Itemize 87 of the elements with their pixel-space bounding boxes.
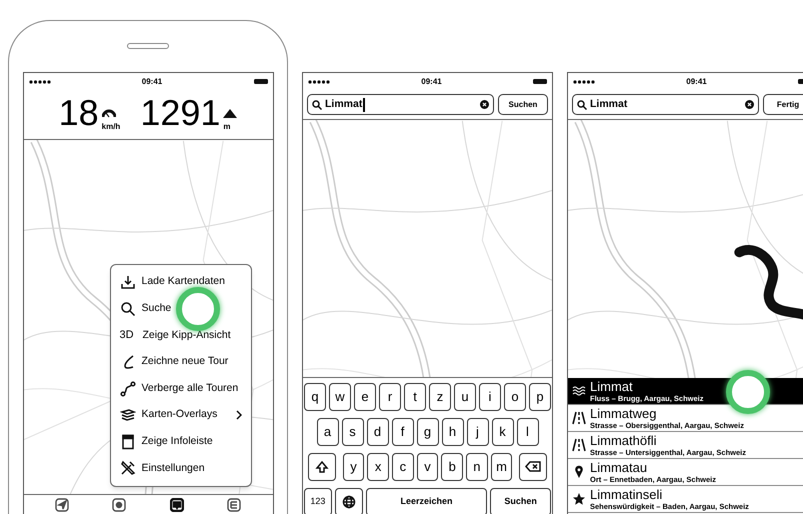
keyboard-key[interactable]: Leerzeichen [366,488,488,514]
speedometer-icon [102,109,116,118]
search-field[interactable]: Limmat [307,94,494,115]
shift-icon [314,460,329,474]
keyboard-key[interactable]: k [492,418,514,446]
signal-icon [573,80,595,84]
menu-item[interactable]: Karten-Overlays [110,402,250,429]
menu-item-icon [120,407,136,424]
unit-label: km/h [102,122,120,131]
signal-icon [28,80,50,84]
backspace-key[interactable] [519,453,547,481]
keyboard-key[interactable]: b [441,453,464,481]
result-icon [572,411,586,425]
result-title: Limmatau [590,460,648,474]
speed-value: 18 [58,95,99,131]
keyboard-key[interactable]: r [379,383,401,411]
tab-icon[interactable] [55,498,70,512]
keyboard-key[interactable]: n [466,453,488,481]
result-title: Limmatweg [590,406,658,420]
menu-item[interactable]: Lade Kartendaten [110,269,250,296]
keyboard-key[interactable]: 123 [304,488,332,514]
menu-item[interactable]: Zeige Infoleiste [110,428,250,456]
globe-key[interactable] [334,488,363,514]
keyboard-key[interactable]: f [392,418,414,446]
search-button[interactable]: Fertig [763,94,803,115]
keyboard-key[interactable]: s [342,418,364,446]
result-title: Limmatinseli [590,488,664,502]
keyboard-key[interactable]: i [479,383,501,411]
menu-item-icon [120,274,136,290]
menu-item[interactable]: Einstellungen [110,455,250,482]
keyboard-key[interactable]: g [416,418,438,446]
keyboard-key[interactable]: m [490,453,512,481]
keyboard-key[interactable]: v [416,453,438,481]
keyboard-key[interactable]: c [392,453,414,481]
result-icon [572,438,586,452]
mountain-icon [223,109,238,118]
result-title: Limmathöfli [590,434,658,448]
status-time: 09:41 [686,76,707,88]
battery-icon [254,79,268,84]
keyboard-key[interactable]: w [329,383,351,411]
battery-icon [533,79,547,84]
keyboard-key[interactable]: u [454,383,476,411]
keyboard-key[interactable]: p [529,383,551,411]
clear-icon[interactable] [480,100,489,109]
keyboard-key[interactable]: Suchen [490,488,552,514]
search-icon [312,100,322,110]
keyboard-key[interactable]: o [504,383,526,411]
menu-item-icon [120,434,136,450]
result-icon [572,465,586,479]
status-time: 09:41 [142,76,162,88]
menu-item[interactable]: Suche [110,296,250,322]
keyboard-key[interactable]: t [404,383,426,411]
keyboard-key[interactable]: l [516,418,538,446]
menu-item[interactable]: 3D Zeige Kipp-Ansicht [110,322,250,349]
result-icon [572,384,586,398]
backspace-icon [525,460,542,474]
result-icon [572,492,586,506]
search-icon [577,100,587,110]
tab-icon[interactable] [226,498,241,512]
altitude-value: 1291 [140,95,220,131]
tab-icon[interactable] [112,498,126,512]
keyboard-key[interactable]: h [442,418,464,446]
signal-icon [308,80,330,84]
menu-icon-label: 3D [120,328,135,344]
keyboard-key[interactable]: y [342,453,364,481]
menu-item-icon [120,300,136,317]
status-time: 09:41 [421,76,442,88]
menu-item-icon [120,460,136,476]
keyboard-key[interactable]: a [316,418,338,446]
keyboard-key[interactable]: j [466,418,488,446]
keyboard-key[interactable]: x [367,453,389,481]
keyboard-key[interactable]: e [354,383,376,411]
menu-item-icon [120,380,136,397]
search-button[interactable]: Suchen [498,94,548,115]
clear-icon[interactable] [745,100,754,109]
menu-item[interactable]: Zeichne neue Tour [110,348,250,376]
keyboard-key[interactable]: z [429,383,451,411]
tab-icon[interactable] [170,498,184,512]
globe-icon [342,495,356,509]
unit-label: m [223,122,231,131]
menu-item[interactable]: Verberge alle Touren [110,375,250,402]
keyboard-key[interactable]: d [366,418,388,446]
result-title: Limmat [590,380,634,394]
search-field[interactable]: Limmat [572,94,759,115]
shift-key[interactable] [308,453,336,481]
speaker-slot [127,43,169,49]
keyboard-key[interactable]: q [304,383,326,411]
